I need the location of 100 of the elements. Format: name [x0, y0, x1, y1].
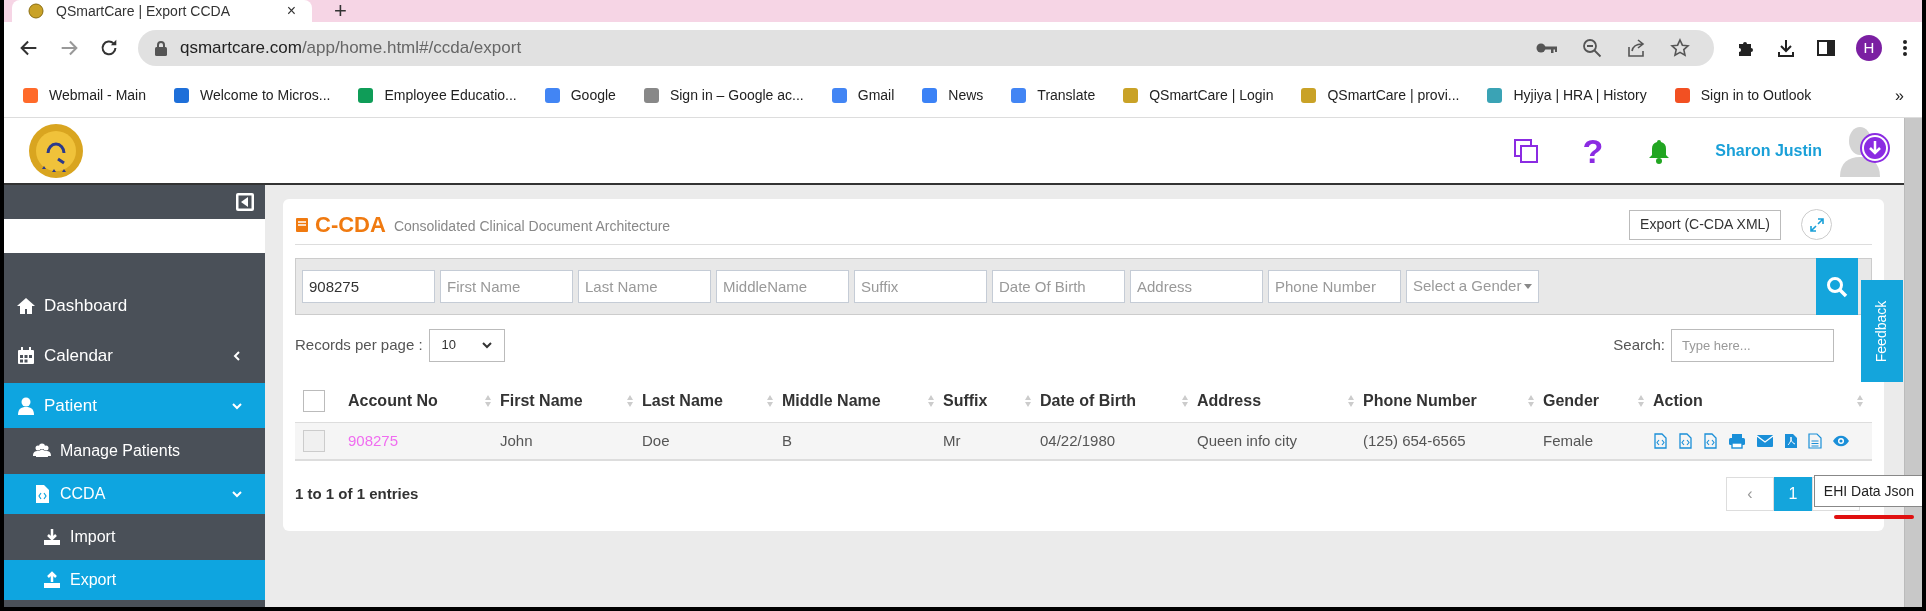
- export-button[interactable]: Export (C-CDA XML): [1629, 209, 1781, 240]
- column-header[interactable]: Suffix: [943, 388, 1020, 413]
- upload-icon: [42, 570, 62, 590]
- address-bar[interactable]: qsmartcare.com/app/home.html#/ccda/export: [138, 30, 1714, 66]
- star-icon[interactable]: [1670, 38, 1690, 58]
- side-panel-icon[interactable]: [1816, 38, 1836, 58]
- envelope-icon[interactable]: [1756, 434, 1774, 448]
- bookmark-link[interactable]: Welcome to Micros...: [173, 85, 331, 106]
- sort-icon[interactable]: [626, 393, 634, 408]
- sort-icon[interactable]: [1181, 393, 1189, 408]
- book-icon: [295, 216, 309, 233]
- more-bookmarks-button[interactable]: »: [1895, 83, 1904, 108]
- filter-field[interactable]: Phone Number: [1268, 270, 1401, 303]
- entries-summary: 1 to 1 of 1 entries: [295, 483, 419, 504]
- column-header[interactable]: Last Name: [642, 388, 762, 413]
- bookmark-link[interactable]: Sign in to Outlook: [1673, 85, 1812, 106]
- bookmark-link[interactable]: QSmartCare | Login: [1122, 85, 1274, 106]
- code-file-icon[interactable]: [1703, 433, 1718, 449]
- filter-field[interactable]: MiddleName: [716, 270, 849, 303]
- filter-field[interactable]: First Name: [440, 270, 573, 303]
- sort-icon[interactable]: [766, 393, 774, 408]
- chevron-down-icon: [231, 488, 243, 500]
- copy-icon[interactable]: [1512, 137, 1539, 164]
- zoom-out-icon[interactable]: [1582, 38, 1602, 58]
- search-icon: [1826, 275, 1848, 298]
- filter-field[interactable]: Last Name: [578, 270, 711, 303]
- tab-close-button[interactable]: ×: [286, 0, 296, 23]
- table-cell-text: 04/22/1980: [1040, 430, 1116, 451]
- browser-tab[interactable]: QSmartCare | Export CCDA ×: [12, 0, 312, 22]
- sort-icon[interactable]: [1637, 393, 1645, 408]
- bookmark-link[interactable]: News: [921, 85, 984, 106]
- bookmark-favicon-icon: [1486, 87, 1504, 104]
- new-tab-button[interactable]: +: [334, 0, 347, 22]
- help-icon[interactable]: ?: [1582, 133, 1604, 168]
- bookmark-favicon-icon: [1300, 87, 1318, 104]
- sort-icon[interactable]: [1347, 393, 1355, 408]
- sort-icon[interactable]: [1024, 393, 1032, 408]
- print-icon[interactable]: [1728, 433, 1746, 449]
- bookmark-favicon-icon: [1673, 87, 1691, 104]
- sidebar-item[interactable]: Dashboard: [4, 283, 265, 328]
- column-header[interactable]: Action: [1653, 388, 1852, 413]
- sidebar-item[interactable]: Manage Patients: [4, 431, 265, 471]
- key-icon[interactable]: [1536, 41, 1558, 55]
- share-icon[interactable]: [1626, 38, 1646, 58]
- table-cell-text: Doe: [642, 430, 670, 451]
- bookmark-link[interactable]: Hyjiya | HRA | History: [1486, 85, 1647, 106]
- column-header[interactable]: Gender: [1543, 388, 1633, 413]
- column-header[interactable]: Phone Number: [1363, 388, 1523, 413]
- document-icon[interactable]: [1808, 433, 1822, 449]
- column-header[interactable]: Account No: [348, 388, 480, 413]
- bookmark-link[interactable]: Google: [543, 85, 616, 106]
- table-cell-text: Queen info city: [1197, 430, 1298, 451]
- sort-icon[interactable]: [1527, 393, 1535, 408]
- page-size-select[interactable]: 10: [428, 328, 505, 362]
- bookmark-link[interactable]: Sign in – Google ac...: [642, 85, 804, 106]
- code-file-icon[interactable]: [1678, 433, 1693, 449]
- home-icon: [16, 295, 36, 316]
- table-search-field[interactable]: Type here...: [1671, 328, 1834, 362]
- column-header[interactable]: Date of Birth: [1040, 388, 1177, 413]
- bookmark-favicon-icon: [1122, 87, 1140, 104]
- profile-avatar[interactable]: H: [1856, 35, 1882, 61]
- filter-field[interactable]: 908275: [302, 270, 435, 303]
- bookmark-favicon-icon: [921, 87, 939, 104]
- dropdown-caret-icon: [1524, 284, 1532, 289]
- bookmark-link[interactable]: Webmail - Main: [22, 85, 146, 106]
- search-button[interactable]: [1816, 258, 1858, 315]
- pdf-file-icon[interactable]: [1784, 433, 1798, 449]
- collapse-sidebar-icon[interactable]: [235, 192, 255, 212]
- download-icon[interactable]: [1776, 38, 1796, 58]
- page-title: C-CDA: [315, 211, 386, 239]
- code-file-icon[interactable]: [1653, 433, 1668, 449]
- filter-field[interactable]: Address: [1130, 270, 1263, 303]
- column-header[interactable]: Address: [1197, 388, 1343, 413]
- eye-icon[interactable]: [1832, 435, 1850, 447]
- lock-icon: [154, 40, 168, 56]
- table-cell-text: (125) 654-6565: [1363, 430, 1466, 451]
- more-menu-icon[interactable]: [1902, 38, 1908, 58]
- bell-icon[interactable]: [1647, 137, 1672, 164]
- bookmark-link[interactable]: QSmartCare | provi...: [1300, 85, 1460, 106]
- table-cell-text: Mr: [943, 430, 961, 451]
- search-label: Search:: [1613, 334, 1665, 355]
- sort-icon[interactable]: [484, 393, 492, 408]
- row-checkbox[interactable]: [303, 430, 325, 452]
- column-header[interactable]: First Name: [500, 388, 622, 413]
- select-all-checkbox[interactable]: [303, 389, 325, 412]
- bookmark-link[interactable]: Employee Educatio...: [357, 85, 517, 106]
- column-header[interactable]: Middle Name: [782, 388, 923, 413]
- filter-field[interactable]: Suffix: [854, 270, 987, 303]
- filter-field[interactable]: Date Of Birth: [992, 270, 1125, 303]
- download-icon: [42, 527, 62, 547]
- sidebar-item[interactable]: Import: [4, 517, 265, 557]
- sort-icon[interactable]: [1856, 393, 1864, 408]
- favicon-icon: [28, 3, 44, 19]
- fullscreen-button[interactable]: [1801, 209, 1832, 240]
- sidebar-item[interactable]: Calendar: [4, 333, 265, 378]
- sort-icon[interactable]: [927, 393, 935, 408]
- bookmark-link[interactable]: Gmail: [830, 85, 895, 106]
- page-subtitle: Consolidated Clinical Document Architecture: [393, 217, 671, 236]
- calendar-icon: [16, 345, 36, 366]
- bookmark-link[interactable]: Translate: [1010, 85, 1096, 106]
